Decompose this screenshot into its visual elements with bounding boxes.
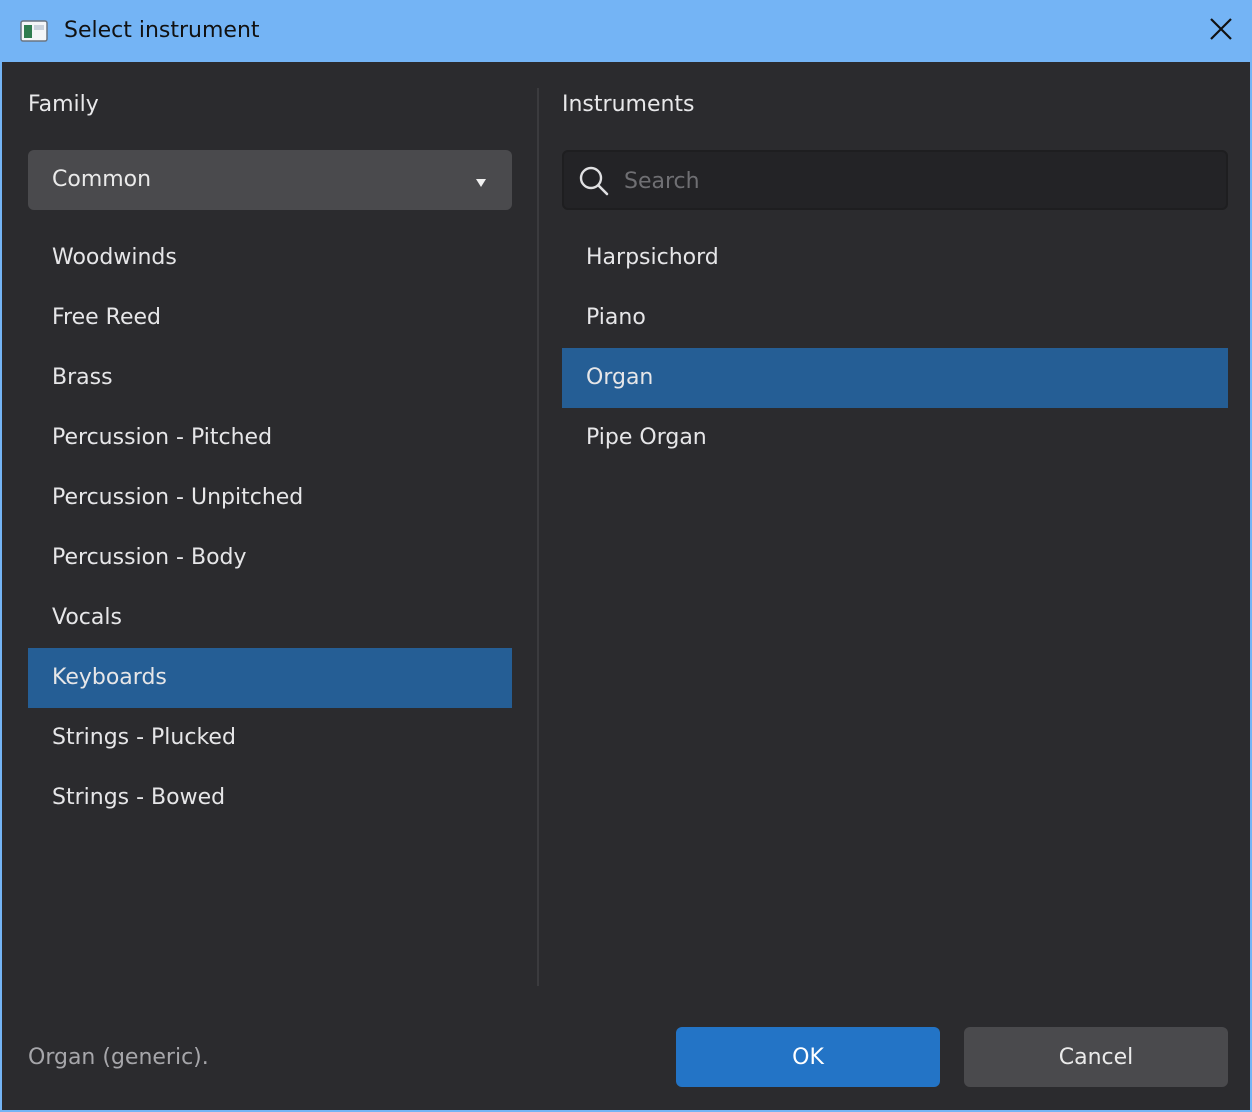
family-item-label: Free Reed (52, 305, 162, 330)
family-item-percussion-body[interactable]: Percussion - Body (28, 528, 512, 588)
family-item-woodwinds[interactable]: Woodwinds (28, 228, 512, 288)
cancel-button[interactable]: Cancel (964, 1027, 1228, 1087)
family-item-percussion-pitched[interactable]: Percussion - Pitched (28, 408, 512, 468)
instrument-item-label: Harpsichord (586, 245, 719, 270)
family-item-vocals[interactable]: Vocals (28, 588, 512, 648)
close-button[interactable] (1198, 8, 1244, 54)
family-item-label: Vocals (52, 605, 122, 630)
family-heading: Family (28, 92, 99, 117)
search-icon (578, 165, 610, 197)
instrument-item-organ[interactable]: Organ (562, 348, 1228, 408)
family-dropdown-value: Common (52, 167, 152, 192)
dropdown-arrow-icon (474, 174, 488, 187)
instrument-description: Organ (generic). (28, 1045, 209, 1070)
instruments-heading: Instruments (562, 92, 695, 117)
instrument-search-box[interactable] (562, 150, 1228, 210)
family-item-label: Woodwinds (52, 245, 177, 270)
family-item-percussion-unpitched[interactable]: Percussion - Unpitched (28, 468, 512, 528)
family-item-strings-plucked[interactable]: Strings - Plucked (28, 708, 512, 768)
family-item-label: Strings - Bowed (52, 785, 226, 810)
family-dropdown[interactable]: Common (28, 150, 512, 210)
instrument-item-pipe-organ[interactable]: Pipe Organ (562, 408, 1228, 468)
window-title: Select instrument (64, 18, 260, 43)
instrument-item-piano[interactable]: Piano (562, 288, 1228, 348)
family-item-label: Brass (52, 365, 113, 390)
app-window-icon (20, 20, 48, 42)
family-item-keyboards[interactable]: Keyboards (28, 648, 512, 708)
family-item-brass[interactable]: Brass (28, 348, 512, 408)
family-item-label: Strings - Plucked (52, 725, 236, 750)
family-item-free-reed[interactable]: Free Reed (28, 288, 512, 348)
family-item-label: Keyboards (52, 665, 167, 690)
ok-button[interactable]: OK (676, 1027, 940, 1087)
instrument-item-label: Piano (586, 305, 646, 330)
instrument-item-harpsichord[interactable]: Harpsichord (562, 228, 1228, 288)
title-bar: Select instrument (2, 0, 1250, 62)
instrument-item-label: Pipe Organ (586, 425, 707, 450)
close-icon (1209, 17, 1233, 45)
family-item-label: Percussion - Body (52, 545, 247, 570)
column-divider (537, 88, 539, 986)
instrument-item-label: Organ (586, 365, 654, 390)
select-instrument-dialog: Select instrument Family Common Woodwind… (0, 0, 1252, 1112)
search-input[interactable] (622, 162, 1216, 200)
family-item-label: Percussion - Pitched (52, 425, 273, 450)
family-item-label: Percussion - Unpitched (52, 485, 304, 510)
family-item-strings-bowed[interactable]: Strings - Bowed (28, 768, 512, 828)
